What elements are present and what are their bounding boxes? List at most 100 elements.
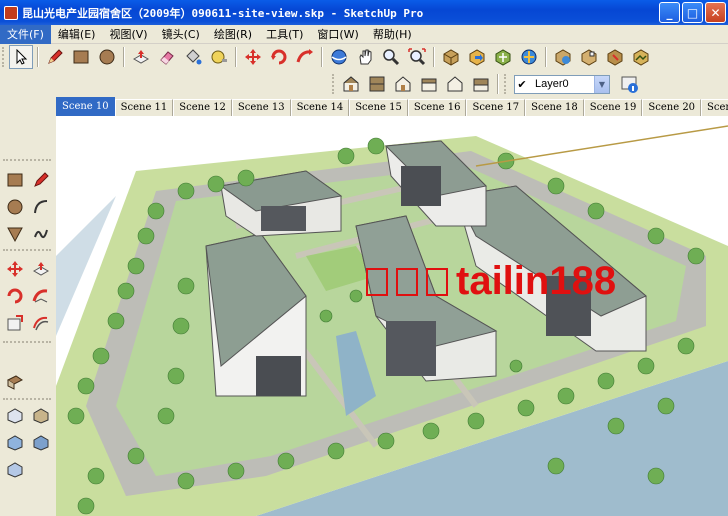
iso-view-icon[interactable] xyxy=(339,72,363,96)
toolbar-separator xyxy=(123,47,125,67)
tab-scene-11[interactable]: Scene 11 xyxy=(114,99,174,116)
toolbar-grip[interactable] xyxy=(3,398,51,401)
tab-scene-14[interactable]: Scene 14 xyxy=(290,99,350,116)
tab-scene-10[interactable]: Scene 10 xyxy=(56,97,115,116)
toolbar-grip[interactable] xyxy=(3,159,51,162)
rectangle-icon[interactable] xyxy=(3,168,27,192)
menu-bar: 文件(F) 编辑(E) 视图(V) 镜头(C) 绘图(R) 工具(T) 窗口(W… xyxy=(0,24,728,44)
follow-me-icon[interactable] xyxy=(29,284,53,308)
toggle-terrain-icon[interactable] xyxy=(629,45,653,69)
toolbar-separator xyxy=(545,47,547,67)
offset-icon[interactable] xyxy=(29,311,53,335)
circle-icon[interactable] xyxy=(95,45,119,69)
tab-scene-15[interactable]: Scene 15 xyxy=(349,99,408,116)
layer-manager-icon[interactable] xyxy=(618,72,642,96)
toolbar-separator xyxy=(37,47,39,67)
zoom-extents-icon[interactable] xyxy=(405,45,429,69)
front-view-icon[interactable] xyxy=(391,72,415,96)
components-icon[interactable] xyxy=(491,45,515,69)
tab-scene-21[interactable]: Scene 21 xyxy=(701,99,728,116)
google-earth-icon[interactable] xyxy=(551,45,575,69)
polygon-icon[interactable] xyxy=(3,222,27,246)
chevron-down-icon[interactable]: ▼ xyxy=(594,75,609,93)
menu-view[interactable]: 视图(V) xyxy=(102,25,154,44)
3d-warehouse-icon[interactable] xyxy=(517,45,541,69)
section-plane-icon[interactable] xyxy=(3,370,27,394)
back-view-icon[interactable] xyxy=(443,72,467,96)
menu-camera[interactable]: 镜头(C) xyxy=(155,25,207,44)
tab-scene-12[interactable]: Scene 12 xyxy=(173,99,232,116)
rectangle-icon[interactable] xyxy=(69,45,93,69)
top-view-icon[interactable] xyxy=(365,72,389,96)
tab-scene-16[interactable]: Scene 16 xyxy=(407,99,467,116)
watermark-boxes xyxy=(366,259,456,304)
follow-me-icon[interactable] xyxy=(293,45,317,69)
toolbar-grip[interactable] xyxy=(3,341,51,344)
freehand-icon[interactable] xyxy=(29,222,53,246)
toolbar-separator xyxy=(321,47,323,67)
right-view-icon[interactable] xyxy=(417,72,441,96)
select-arrow-icon[interactable] xyxy=(9,45,33,69)
watermark-box xyxy=(366,268,388,296)
sketchup-app-icon xyxy=(4,5,18,20)
minimize-button[interactable]: _ xyxy=(659,2,680,23)
scale-icon[interactable] xyxy=(3,311,27,335)
watermark: tailin188 xyxy=(366,259,616,304)
left-view-icon[interactable] xyxy=(469,72,493,96)
push-pull-icon[interactable] xyxy=(29,257,53,281)
toolbar-grip[interactable] xyxy=(504,74,507,94)
share-model-icon[interactable] xyxy=(465,45,489,69)
toolbar-separator xyxy=(235,47,237,67)
window-title: 昆山光电产业园宿舍区（2009年）090611-site-view.skp - … xyxy=(22,6,424,20)
title-bar[interactable]: 昆山光电产业园宿舍区（2009年）090611-site-view.skp - … xyxy=(0,0,728,25)
move-icon[interactable] xyxy=(3,257,27,281)
menu-draw[interactable]: 绘图(R) xyxy=(207,25,259,44)
layer-dropdown[interactable]: ✔ Layer0 ▼ xyxy=(514,74,610,94)
monochrome-icon[interactable] xyxy=(29,430,53,454)
close-button[interactable]: ✕ xyxy=(705,2,726,23)
watermark-box xyxy=(426,268,448,296)
site-model-render xyxy=(56,116,728,516)
maximize-button[interactable]: □ xyxy=(682,2,703,23)
toolbar-separator xyxy=(433,47,435,67)
hidden-line-icon[interactable] xyxy=(3,403,27,427)
watermark-box xyxy=(396,268,418,296)
menu-edit[interactable]: 编辑(E) xyxy=(51,25,103,44)
rotate-icon[interactable] xyxy=(3,284,27,308)
push-pull-icon[interactable] xyxy=(129,45,153,69)
pencil-icon[interactable] xyxy=(43,45,67,69)
tab-scene-17[interactable]: Scene 17 xyxy=(466,99,526,116)
tape-measure-icon[interactable] xyxy=(207,45,231,69)
menu-help[interactable]: 帮助(H) xyxy=(366,25,419,44)
get-models-icon[interactable] xyxy=(439,45,463,69)
xray-icon[interactable] xyxy=(3,457,27,481)
tab-scene-20[interactable]: Scene 20 xyxy=(642,99,702,116)
watermark-text: tailin188 xyxy=(456,259,617,303)
toolbar-grip[interactable] xyxy=(2,47,5,67)
tab-scene-13[interactable]: Scene 13 xyxy=(231,99,291,116)
tab-scene-18[interactable]: Scene 18 xyxy=(525,99,584,116)
eraser-icon[interactable] xyxy=(155,45,179,69)
line-icon[interactable] xyxy=(29,168,53,192)
toolbar-grip[interactable] xyxy=(3,249,51,252)
orbit-icon[interactable] xyxy=(327,45,351,69)
paint-bucket-icon[interactable] xyxy=(181,45,205,69)
menu-window[interactable]: 窗口(W) xyxy=(310,25,365,44)
pan-icon[interactable] xyxy=(353,45,377,69)
menu-tools[interactable]: 工具(T) xyxy=(259,25,310,44)
move-icon[interactable] xyxy=(241,45,265,69)
layer-value: Layer0 xyxy=(535,78,569,90)
scene-tabs: Scene 10 Scene 11 Scene 12 Scene 13 Scen… xyxy=(56,97,728,116)
shaded-icon[interactable] xyxy=(29,403,53,427)
add-location-icon[interactable] xyxy=(603,45,627,69)
rotate-icon[interactable] xyxy=(267,45,291,69)
arc-icon[interactable] xyxy=(29,195,53,219)
toolbar-grip[interactable] xyxy=(332,74,335,94)
shaded-textures-icon[interactable] xyxy=(3,430,27,454)
menu-file[interactable]: 文件(F) xyxy=(0,24,51,44)
circle-icon[interactable] xyxy=(3,195,27,219)
photo-texture-icon[interactable] xyxy=(577,45,601,69)
zoom-icon[interactable] xyxy=(379,45,403,69)
tab-scene-19[interactable]: Scene 19 xyxy=(583,99,643,116)
model-viewport[interactable]: tailin188 xyxy=(56,116,728,516)
